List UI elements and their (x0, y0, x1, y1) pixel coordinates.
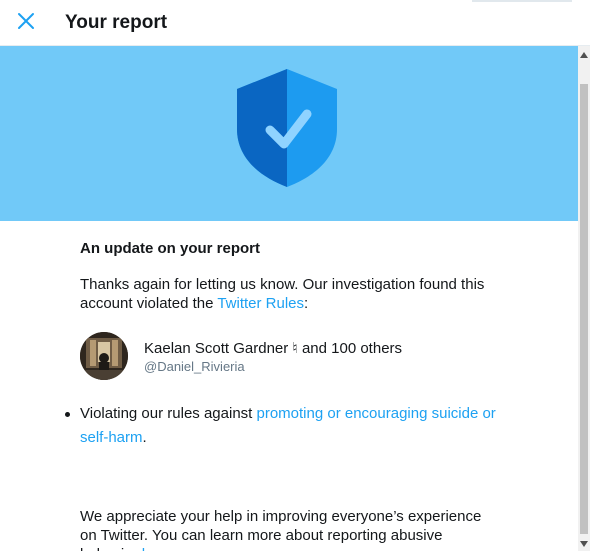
reported-account[interactable]: Kaelan Scott Gardner ♮ and 100 others @D… (80, 331, 500, 380)
report-window: Your report An update on your report Tha… (0, 0, 590, 551)
vertical-scrollbar[interactable] (578, 46, 590, 551)
report-content-area[interactable]: An update on your report Thanks again fo… (0, 46, 578, 551)
bullet-icon (65, 412, 70, 417)
scroll-up-arrow-icon[interactable] (580, 45, 588, 63)
avatar[interactable] (80, 332, 128, 380)
close-button[interactable] (12, 9, 40, 37)
intro-end: : (304, 295, 309, 312)
scrollbar-thumb[interactable] (580, 84, 588, 534)
closing-paragraph: We appreciate your help in improving eve… (80, 507, 500, 551)
twitter-rules-link[interactable]: Twitter Rules (217, 295, 304, 312)
report-intro: Thanks again for letting us know. Our in… (80, 275, 500, 313)
report-heading: An update on your report (80, 240, 260, 257)
violation-list: Violating our rules against promoting or… (65, 402, 500, 450)
learn-more-link[interactable]: here (142, 546, 172, 551)
close-icon[interactable] (17, 12, 35, 35)
header-bar: Your report (0, 0, 590, 46)
violation-prefix: Violating our rules against (80, 405, 257, 422)
account-display-name: Kaelan Scott Gardner ♮ and 100 others (144, 340, 403, 357)
scroll-down-arrow-icon[interactable] (580, 534, 588, 551)
header-edge (472, 0, 572, 2)
scroll-down-button[interactable] (578, 535, 590, 551)
account-handle: @Daniel_Rivieria (144, 359, 245, 374)
page-title: Your report (65, 12, 168, 33)
hero-banner (0, 46, 578, 221)
list-item: Violating our rules against promoting or… (65, 402, 500, 450)
scroll-up-button[interactable] (578, 46, 590, 62)
violation-suffix: . (142, 429, 147, 446)
closing-text: We appreciate your help in improving eve… (80, 508, 482, 551)
closing-suffix: . (172, 546, 176, 551)
